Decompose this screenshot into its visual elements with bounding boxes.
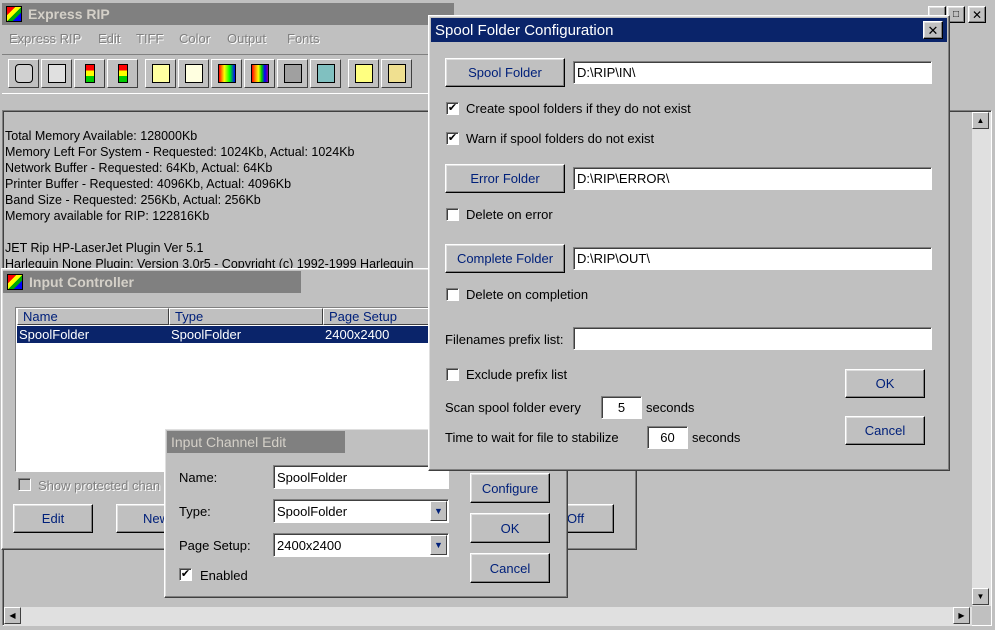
edit-button[interactable]: Edit [13, 504, 93, 533]
color-bars-icon[interactable] [244, 59, 275, 88]
main-titlebar[interactable]: Express RIP [2, 3, 454, 25]
delete-on-completion-label: Delete on completion [466, 287, 589, 302]
stabilize-time-field[interactable]: 60 [647, 426, 688, 449]
row-name-cell: SpoolFolder [19, 327, 90, 342]
document-icon[interactable] [145, 59, 176, 88]
prefix-list-field[interactable] [573, 327, 932, 350]
printer-setup-icon[interactable] [8, 59, 39, 88]
delete-on-error-label: Delete on error [466, 207, 553, 222]
column-header-page-setup[interactable]: Page Setup [323, 308, 435, 325]
scroll-up-icon[interactable]: ▲ [972, 112, 989, 129]
close-main-button[interactable]: ✕ [968, 6, 986, 23]
menu-output[interactable]: Output [227, 31, 266, 46]
column-header-type[interactable]: Type [169, 308, 323, 325]
spool-ok-button[interactable]: OK [845, 369, 925, 398]
prefix-list-label: Filenames prefix list: [445, 332, 564, 347]
chevron-down-icon[interactable]: ▼ [430, 535, 447, 555]
type-label: Type: [179, 504, 211, 519]
menu-tiff[interactable]: TIFF [136, 31, 163, 46]
scan-interval-unit: seconds [646, 400, 695, 415]
input-controller-app-icon [7, 274, 23, 290]
new-button[interactable]: New [116, 504, 169, 533]
scroll-down-icon[interactable]: ▼ [972, 588, 989, 605]
off-button[interactable]: Off [564, 504, 614, 533]
row-type-cell: SpoolFolder [171, 327, 242, 342]
spool-config-title: Spool Folder Configuration [435, 21, 614, 39]
column-header-name[interactable]: Name [17, 308, 169, 325]
spool-config-titlebar[interactable]: Spool Folder Configuration [431, 18, 947, 42]
page-setup-select-value: 2400x2400 [277, 537, 342, 553]
exclude-prefix-checkbox[interactable] [446, 368, 459, 381]
output-icon[interactable] [277, 59, 308, 88]
create-folders-checkbox[interactable]: ✔ [446, 102, 459, 115]
warn-folders-label: Warn if spool folders do not exist [466, 131, 655, 146]
log-text: Total Memory Available: 128000Kb Memory … [5, 128, 435, 270]
page-setup-select[interactable]: 2400x2400 ▼ [273, 533, 449, 557]
configure-button[interactable]: Configure [470, 473, 550, 503]
delete-on-error-checkbox[interactable] [446, 208, 459, 221]
horizontal-scrollbar[interactable] [4, 607, 972, 626]
scan-interval-label: Scan spool folder every [445, 400, 581, 415]
complete-folder-field[interactable]: D:\RIP\OUT\ [573, 247, 932, 270]
spool-folder-field[interactable]: D:\RIP\IN\ [573, 61, 932, 84]
table-row[interactable]: SpoolFolder SpoolFolder 2400x2400 [17, 326, 435, 343]
spool-cancel-button[interactable]: Cancel [845, 416, 925, 445]
menu-bar: Express RIP Edit TIFF Color Output Fonts [2, 29, 452, 49]
enabled-checkbox[interactable]: ✔ [179, 568, 192, 581]
scan-interval-field[interactable]: 5 [601, 396, 642, 419]
log-line: Memory Left For System - Requested: 1024… [5, 145, 355, 159]
scroll-right-icon[interactable]: ▶ [953, 607, 970, 624]
chevron-down-icon[interactable]: ▼ [430, 501, 447, 521]
channel-ok-button[interactable]: OK [470, 513, 550, 543]
row-page-setup-cell: 2400x2400 [325, 327, 390, 342]
channel-edit-titlebar[interactable]: Input Channel Edit [167, 431, 345, 453]
page-setup-label: Page Setup: [179, 538, 251, 553]
main-title: Express RIP [28, 6, 110, 22]
color-palette-icon[interactable] [211, 59, 242, 88]
stabilize-time-unit: seconds [692, 430, 741, 445]
input-channel-icon[interactable] [348, 59, 379, 88]
channel-cancel-button[interactable]: Cancel [470, 553, 550, 583]
log-line: Printer Buffer - Requested: 4096Kb, Actu… [5, 177, 292, 191]
menu-express-rip[interactable]: Express RIP [9, 31, 81, 46]
log-line: Memory available for RIP: 122816Kb [5, 209, 210, 223]
scanner-icon[interactable] [381, 59, 412, 88]
start-traffic-light-icon[interactable] [74, 59, 105, 88]
type-select[interactable]: SpoolFolder ▼ [273, 499, 449, 523]
enabled-label: Enabled [200, 568, 248, 583]
log-line: JET Rip HP-LaserJet Plugin Ver 5.1 [5, 241, 204, 255]
stop-traffic-light-icon[interactable] [107, 59, 138, 88]
close-icon[interactable]: ✕ [923, 21, 943, 39]
input-controller-title: Input Controller [29, 274, 134, 290]
menu-edit[interactable]: Edit [98, 31, 120, 46]
vertical-scrollbar[interactable] [972, 112, 991, 606]
name-field[interactable]: SpoolFolder [273, 465, 449, 489]
scroll-left-icon[interactable]: ◀ [4, 607, 21, 624]
stack-icon[interactable] [310, 59, 341, 88]
create-folders-label: Create spool folders if they do not exis… [466, 101, 691, 116]
log-line: Band Size - Requested: 256Kb, Actual: 25… [5, 193, 261, 207]
name-label: Name: [179, 470, 218, 485]
error-folder-button[interactable]: Error Folder [445, 164, 565, 193]
spool-folder-button[interactable]: Spool Folder [445, 58, 565, 87]
exclude-prefix-label: Exclude prefix list [466, 367, 568, 382]
print-icon[interactable] [41, 59, 72, 88]
show-protected-label: Show protected chan [38, 478, 161, 493]
log-line: Total Memory Available: 128000Kb [5, 129, 198, 143]
log-line [5, 224, 435, 240]
stabilize-time-label: Time to wait for file to stabilize [445, 430, 619, 445]
warn-folders-checkbox[interactable]: ✔ [446, 132, 459, 145]
delete-on-completion-checkbox[interactable] [446, 288, 459, 301]
menu-color[interactable]: Color [179, 31, 210, 46]
type-select-value: SpoolFolder [277, 503, 348, 519]
menu-fonts[interactable]: Fonts [287, 31, 320, 46]
page-setup-icon[interactable] [178, 59, 209, 88]
log-line: Network Buffer - Requested: 64Kb, Actual… [5, 161, 273, 175]
error-folder-field[interactable]: D:\RIP\ERROR\ [573, 167, 932, 190]
show-protected-checkbox[interactable] [18, 478, 31, 491]
complete-folder-button[interactable]: Complete Folder [445, 244, 565, 273]
app-icon [6, 6, 22, 22]
input-controller-titlebar[interactable]: Input Controller [3, 271, 301, 293]
channel-edit-title: Input Channel Edit [171, 434, 287, 450]
